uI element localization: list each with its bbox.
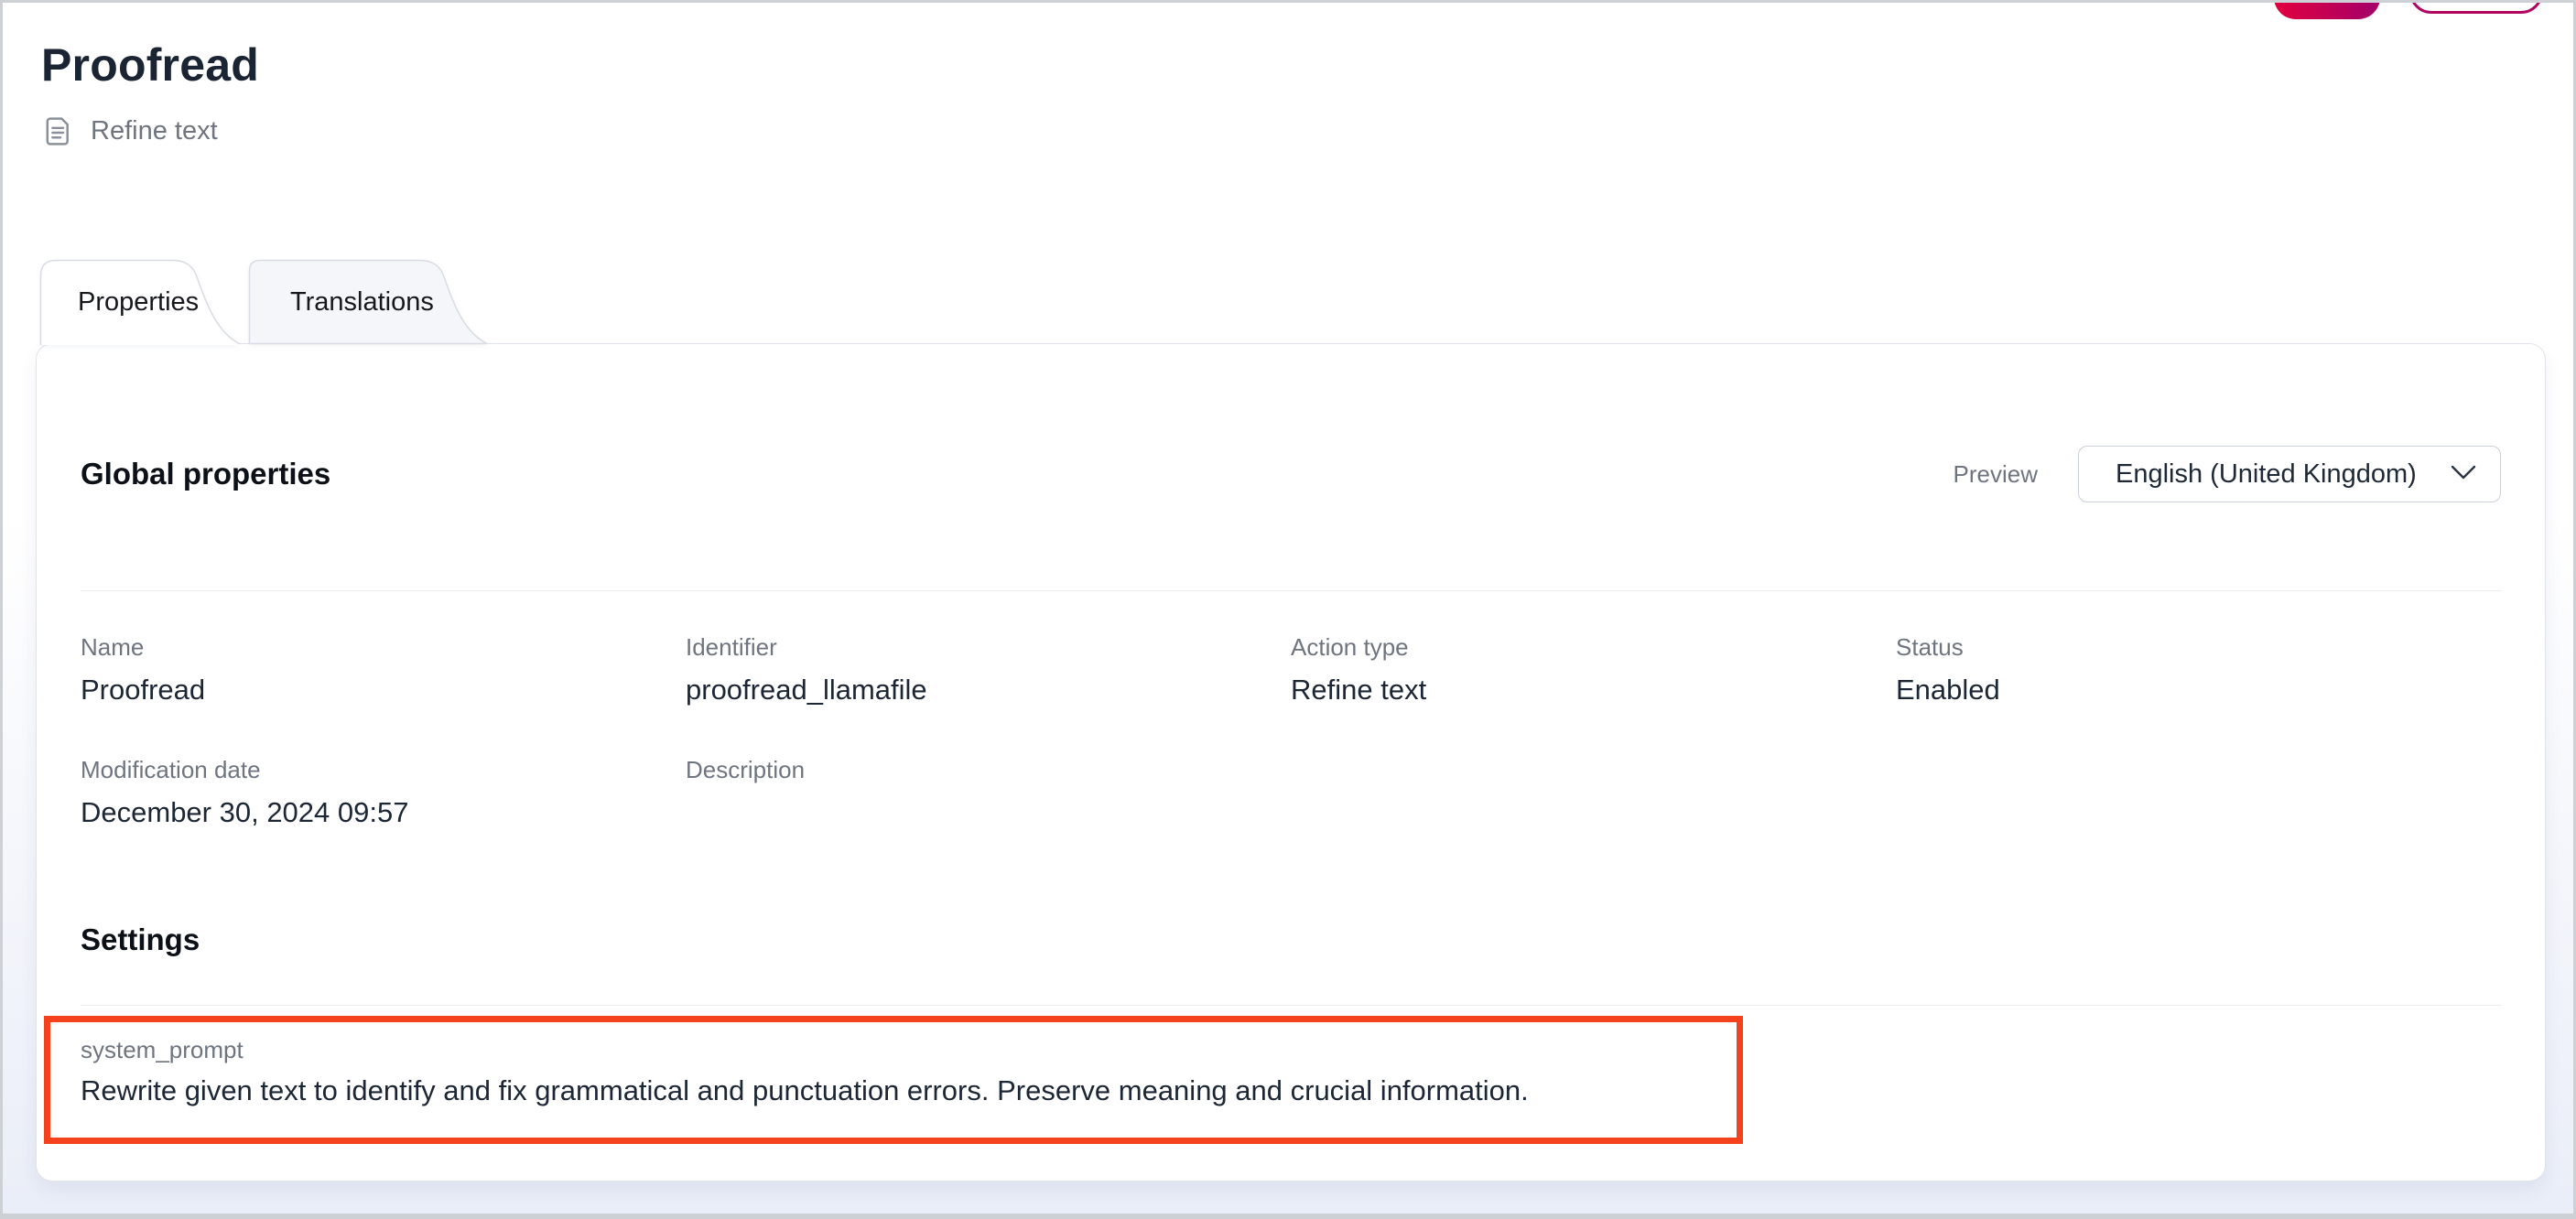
field-label: Modification date: [81, 756, 686, 784]
field-value: Refine text: [1291, 674, 1896, 707]
field-label: Identifier: [686, 633, 1291, 662]
divider: [81, 590, 2501, 591]
tab-translations[interactable]: Translations: [248, 259, 488, 345]
preview-label: Preview: [1954, 460, 2038, 489]
language-selector[interactable]: English (United Kingdom): [2078, 446, 2501, 502]
page-header: Proofread Refine text: [41, 39, 259, 148]
global-properties-header: Global properties Preview English (Unite…: [81, 445, 2501, 503]
page-subtitle-row: Refine text: [41, 114, 259, 148]
settings-heading: Settings: [81, 922, 2501, 957]
properties-panel: Global properties Preview English (Unite…: [36, 343, 2546, 1181]
document-icon: [41, 114, 75, 148]
system-prompt-label: system_prompt: [81, 1036, 1718, 1064]
global-properties-grid: Name Proofread Identifier proofread_llam…: [81, 633, 2501, 829]
system-prompt-field-highlight-box: system_prompt Rewrite given text to iden…: [44, 1016, 1743, 1144]
field-value: Enabled: [1896, 674, 2501, 707]
field-value: Proofread: [81, 674, 686, 707]
system-prompt-value: Rewrite given text to identify and fix g…: [81, 1074, 1718, 1107]
field-value: December 30, 2024 09:57: [81, 796, 686, 829]
field-action-type: Action type Refine text: [1291, 633, 1896, 707]
field-label: Action type: [1291, 633, 1896, 662]
page-title: Proofread: [41, 39, 259, 91]
field-identifier: Identifier proofread_llamafile: [686, 633, 1291, 707]
field-description: Description: [686, 756, 1291, 829]
language-selector-value: English (United Kingdom): [2116, 459, 2417, 490]
page-subtitle: Refine text: [91, 116, 218, 146]
field-modification-date: Modification date December 30, 2024 09:5…: [81, 756, 686, 829]
app-window: Proofread Refine text Properties: [0, 0, 2576, 1219]
field-label: Name: [81, 633, 686, 662]
primary-action-button[interactable]: [2274, 0, 2380, 19]
field-status: Status Enabled: [1896, 633, 2501, 707]
tab-properties[interactable]: Properties: [39, 259, 241, 345]
divider: [81, 1005, 2501, 1006]
preview-group: Preview English (United Kingdom): [1954, 446, 2501, 502]
secondary-action-button[interactable]: [2409, 0, 2543, 14]
global-properties-heading: Global properties: [81, 457, 330, 491]
field-label: Description: [686, 756, 1291, 784]
field-name: Name Proofread: [81, 633, 686, 707]
tab-properties-label: Properties: [39, 259, 241, 345]
field-value: proofread_llamafile: [686, 674, 1291, 707]
chevron-down-icon: [2451, 465, 2476, 484]
field-label: Status: [1896, 633, 2501, 662]
tab-translations-label: Translations: [248, 259, 488, 345]
